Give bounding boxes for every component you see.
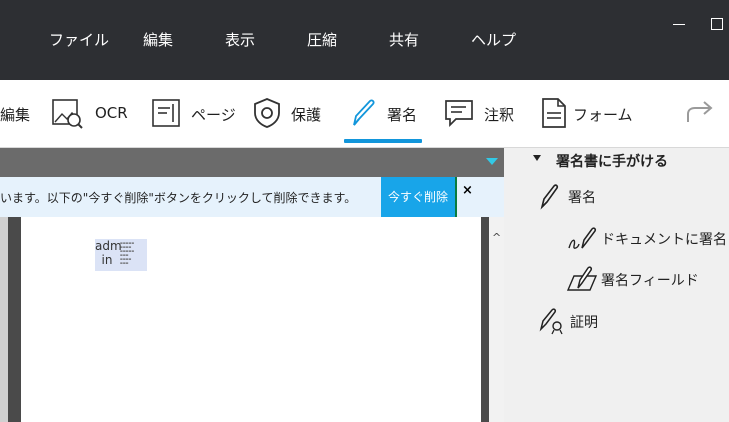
panel-section-title: 署名書に手がける <box>556 154 668 170</box>
panel-item-signature-field[interactable]: 署名フィールド <box>601 270 699 290</box>
menu-share[interactable]: 共有 <box>389 30 419 50</box>
tool-form-label: フォーム <box>573 106 633 124</box>
menu-edit[interactable]: 編集 <box>143 30 173 50</box>
shield-icon <box>254 98 280 128</box>
stamp-text: adm in <box>95 239 122 267</box>
signature-stamp[interactable]: adm in ▬▬▬▬▬ ▬▬▬▬ ▬▬▬▬▬ ▬▬▬ ▬▬▬▬ ▬▬▬ <box>95 239 147 271</box>
dropdown-triangle-icon[interactable] <box>486 158 498 165</box>
notice-message: います。以下の"今すぐ削除"ボタンをクリックして削除できます。 <box>0 191 357 205</box>
redo-arrow-icon[interactable] <box>686 100 714 126</box>
stamp-detail-lines: ▬▬▬▬▬ ▬▬▬▬ ▬▬▬▬▬ ▬▬▬ ▬▬▬▬ ▬▬▬ <box>120 241 135 265</box>
maximize-icon[interactable] <box>711 18 723 30</box>
delete-now-button[interactable]: 今すぐ削除 <box>381 177 457 217</box>
panel-item-sign[interactable]: 署名 <box>568 187 596 207</box>
tool-annotate[interactable]: 注釈 <box>442 80 517 147</box>
collapse-arrow-icon[interactable] <box>533 155 541 161</box>
comment-icon <box>445 100 473 128</box>
page-icon <box>152 99 180 127</box>
document-canvas: ^ adm in ▬▬▬▬▬ ▬▬▬▬ ▬▬▬▬▬ ▬▬▬ ▬▬▬▬ ▬▬▬ <box>0 217 504 422</box>
notice-bar: います。以下の"今すぐ削除"ボタンをクリックして削除できます。 今すぐ削除 × <box>0 177 504 217</box>
panel-item-sign-document[interactable]: ドキュメントに署名 <box>601 229 727 249</box>
tool-form[interactable]: フォーム <box>538 80 633 147</box>
tool-annotate-label: 注釈 <box>484 106 515 124</box>
tool-ocr[interactable]: OCR <box>50 80 130 147</box>
tool-protect[interactable]: 保護 <box>250 80 325 147</box>
certify-icon <box>539 308 563 335</box>
signature-panel: 署名書に手がける 署名 ドキュメントに署名 署名フィールド 証明 <box>504 148 729 422</box>
close-icon[interactable]: × <box>462 183 473 198</box>
menu-help[interactable]: ヘルプ <box>471 30 516 50</box>
tool-page[interactable]: ページ <box>150 80 236 147</box>
menu-file[interactable]: ファイル <box>49 30 109 50</box>
document-page <box>8 217 481 422</box>
menu-compress[interactable]: 圧縮 <box>307 30 337 50</box>
menu-bar: ファイル 編集 表示 圧縮 共有 ヘルプ <box>0 0 729 80</box>
document-header-bar <box>0 148 504 177</box>
pen-icon <box>353 99 375 126</box>
toolbar: 編集 OCR ページ 保護 署名 注釈 フォーム <box>0 80 729 148</box>
form-icon <box>542 98 566 128</box>
tool-edit[interactable]: 編集 <box>0 80 40 147</box>
signature-pen-icon <box>540 184 559 210</box>
minimize-icon[interactable] <box>673 24 685 25</box>
tool-sign-label: 署名 <box>387 106 418 124</box>
menu-view[interactable]: 表示 <box>225 30 255 50</box>
left-gutter <box>0 217 8 422</box>
scroll-up-icon[interactable]: ^ <box>492 231 501 244</box>
page-border <box>481 217 489 422</box>
vertical-scrollbar[interactable] <box>489 217 504 422</box>
active-tab-indicator <box>344 139 422 143</box>
tool-ocr-label: OCR <box>95 104 128 122</box>
sign-document-icon <box>568 227 596 249</box>
signature-field-icon <box>566 266 598 291</box>
ocr-icon <box>52 99 83 129</box>
tool-page-label: ページ <box>191 106 236 124</box>
panel-item-certify[interactable]: 証明 <box>570 312 598 332</box>
tool-edit-label: 編集 <box>0 106 31 124</box>
tool-sign[interactable]: 署名 <box>344 80 422 147</box>
tool-protect-label: 保護 <box>291 106 322 124</box>
